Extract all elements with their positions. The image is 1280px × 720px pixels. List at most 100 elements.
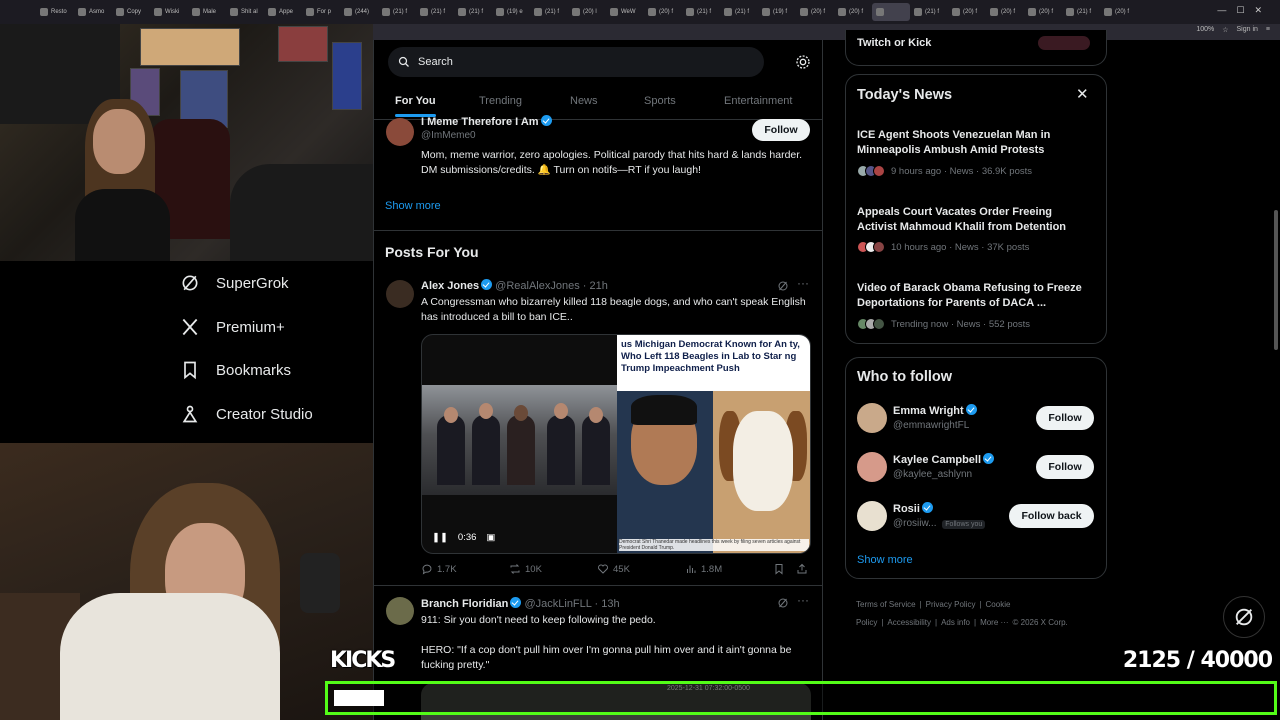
browser-tab[interactable]: (20) f [1100, 3, 1138, 21]
search-input[interactable]: Search [388, 47, 764, 77]
account-handle[interactable]: @ImMeme0 [421, 130, 476, 141]
browser-tab[interactable]: (20) f [644, 3, 682, 21]
post-time[interactable]: · 21h [583, 280, 608, 292]
browser-tab[interactable]: Shit al [226, 3, 264, 21]
more-options-icon[interactable]: ··· [797, 276, 809, 290]
post-author[interactable]: Branch Floridian [421, 598, 508, 610]
footer-link[interactable]: More ··· [980, 618, 1008, 627]
window-controls[interactable]: —☐✕ [1217, 5, 1272, 16]
video-player[interactable]: us Michigan Democrat Known for An ty, Wh… [421, 334, 811, 554]
repost-button[interactable]: 10K [509, 563, 542, 575]
sign-in-link[interactable]: Sign in [1237, 26, 1258, 34]
avatar[interactable] [857, 452, 887, 482]
browser-tab[interactable]: (19) e [492, 3, 530, 21]
browser-tab[interactable]: (21) f [416, 3, 454, 21]
page-scrollbar[interactable] [1274, 210, 1278, 350]
tab-news[interactable]: News [570, 88, 598, 107]
news-item-title[interactable]: Appeals Court Vacates Order Freeing Acti… [857, 205, 1087, 235]
tab-entertainment[interactable]: Entertainment [724, 88, 792, 107]
browser-tab[interactable]: (20) f [834, 3, 872, 21]
browser-tab[interactable]: (19) f [758, 3, 796, 21]
user-name[interactable]: Emma Wright [893, 405, 964, 417]
tab-favicon-icon [344, 8, 352, 16]
user-handle[interactable]: @rosiiw... [893, 518, 937, 529]
tab-for-you[interactable]: For You [395, 88, 436, 117]
nav-creator-studio[interactable]: Creator Studio [180, 404, 313, 424]
reply-button[interactable]: 1.7K [421, 563, 457, 575]
bookmark-star-icon[interactable]: ☆ [1222, 26, 1228, 34]
avatar[interactable] [386, 118, 414, 146]
browser-tab[interactable]: Asmo [74, 3, 112, 21]
grok-icon[interactable] [777, 597, 789, 609]
bookmark-button[interactable] [773, 563, 785, 575]
post-time[interactable]: · 13h [595, 598, 620, 610]
more-options-icon[interactable]: ··· [797, 593, 809, 607]
user-handle[interactable]: @emmawrightFL [893, 420, 969, 431]
user-name[interactable]: Rosii [893, 503, 920, 515]
repost-count: 10K [525, 563, 542, 575]
browser-tab[interactable]: (20) f [796, 3, 834, 21]
news-item-title[interactable]: ICE Agent Shoots Venezuelan Man in Minne… [857, 128, 1087, 158]
views-button[interactable]: 1.8M [685, 563, 722, 575]
browser-tab[interactable]: (21) f [910, 3, 948, 21]
account-name[interactable]: I Meme Therefore I Am [421, 116, 539, 128]
post-author[interactable]: Alex Jones [421, 280, 479, 292]
browser-tab[interactable]: For p [302, 3, 340, 21]
show-more-link[interactable]: Show more [857, 554, 913, 566]
pause-icon[interactable]: ❚❚ [432, 532, 448, 543]
avatar[interactable] [386, 280, 414, 308]
user-handle[interactable]: @kaylee_ashlynn [893, 469, 972, 480]
news-item-title[interactable]: Video of Barack Obama Refusing to Freeze… [857, 281, 1087, 311]
menu-icon[interactable]: ≡ [1266, 26, 1270, 34]
nav-supergrok[interactable]: SuperGrok [180, 273, 289, 293]
avatar[interactable] [857, 403, 887, 433]
footer-link[interactable]: Ads info [941, 618, 970, 627]
show-more-link[interactable]: Show more [385, 200, 441, 212]
footer-link[interactable]: © 2026 X Corp. [1013, 618, 1068, 627]
grok-icon[interactable] [777, 280, 789, 292]
browser-tab[interactable]: (20) l [568, 3, 606, 21]
browser-tab[interactable]: Resto [36, 3, 74, 21]
browser-tab[interactable]: (20) f [986, 3, 1024, 21]
grok-floating-button[interactable] [1223, 596, 1265, 638]
share-button[interactable] [796, 563, 808, 575]
footer-link[interactable]: Privacy Policy [926, 600, 976, 609]
browser-tab[interactable]: (244) [340, 3, 378, 21]
user-name[interactable]: Kaylee Campbell [893, 454, 981, 466]
follow-button[interactable]: Follow [752, 119, 810, 141]
tab-sports[interactable]: Sports [644, 88, 676, 107]
browser-tab[interactable]: Male [188, 3, 226, 21]
close-icon[interactable]: ✕ [1076, 85, 1089, 103]
browser-tab[interactable]: (21) f [454, 3, 492, 21]
browser-tab[interactable]: (20) f [948, 3, 986, 21]
browser-tab[interactable]: (21) f [1062, 3, 1100, 21]
browser-tab[interactable]: Appe [264, 3, 302, 21]
browser-tab[interactable]: (21) f [378, 3, 416, 21]
gear-icon[interactable] [795, 54, 811, 70]
post-handle[interactable]: @JackLinFLL [524, 598, 591, 610]
nav-bookmarks[interactable]: Bookmarks [180, 360, 291, 380]
footer-link[interactable]: Terms of Service [856, 600, 916, 609]
trend-pill[interactable] [1038, 36, 1090, 50]
tab-trending[interactable]: Trending [479, 88, 522, 107]
avatar[interactable] [386, 597, 414, 625]
browser-tab[interactable]: Wiski [150, 3, 188, 21]
browser-tab[interactable]: Copy [112, 3, 150, 21]
like-button[interactable]: 45K [597, 563, 630, 575]
captions-icon[interactable]: ▣ [486, 532, 495, 543]
zoom-level[interactable]: 100% [1196, 26, 1214, 34]
browser-tab[interactable]: (21) f [720, 3, 758, 21]
browser-tab[interactable]: (21) f [682, 3, 720, 21]
post-handle[interactable]: @RealAlexJones [495, 280, 580, 292]
follow-back-button[interactable]: Follow back [1009, 504, 1094, 528]
trend-title[interactable]: Twitch or Kick [857, 37, 931, 49]
nav-premium[interactable]: Premium+ [180, 317, 285, 337]
avatar[interactable] [857, 501, 887, 531]
browser-tab[interactable]: (20) f [1024, 3, 1062, 21]
follow-button[interactable]: Follow [1036, 406, 1094, 430]
browser-tab[interactable] [872, 3, 910, 21]
browser-tab[interactable]: (21) f [530, 3, 568, 21]
footer-link[interactable]: Accessibility [887, 618, 931, 627]
follow-button[interactable]: Follow [1036, 455, 1094, 479]
browser-tab[interactable]: WeW [606, 3, 644, 21]
